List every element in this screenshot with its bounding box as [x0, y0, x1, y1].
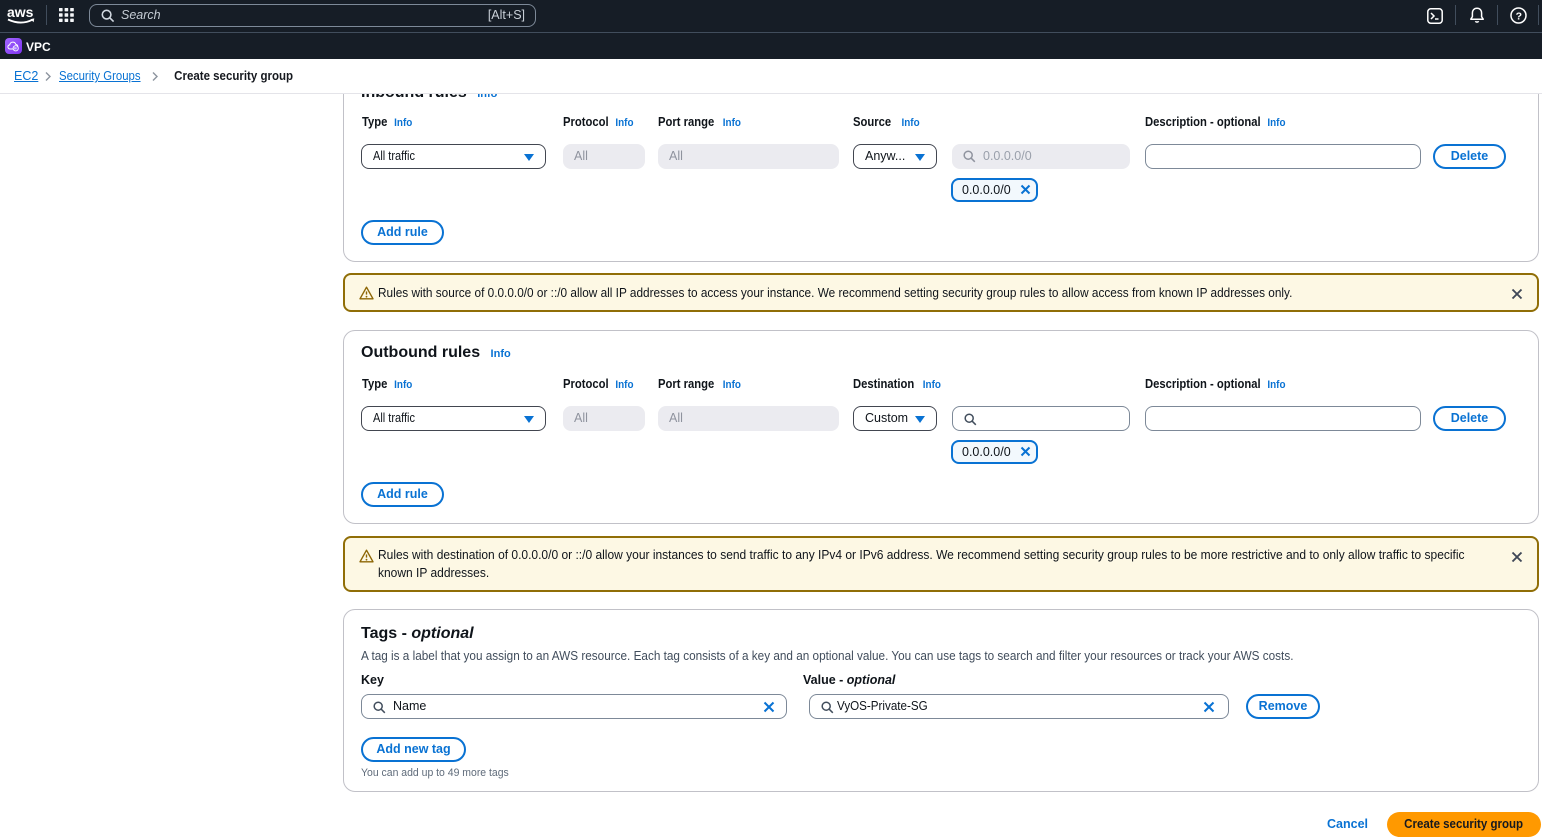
svg-text:aws: aws [7, 4, 34, 20]
svg-text:?: ? [1516, 10, 1522, 22]
